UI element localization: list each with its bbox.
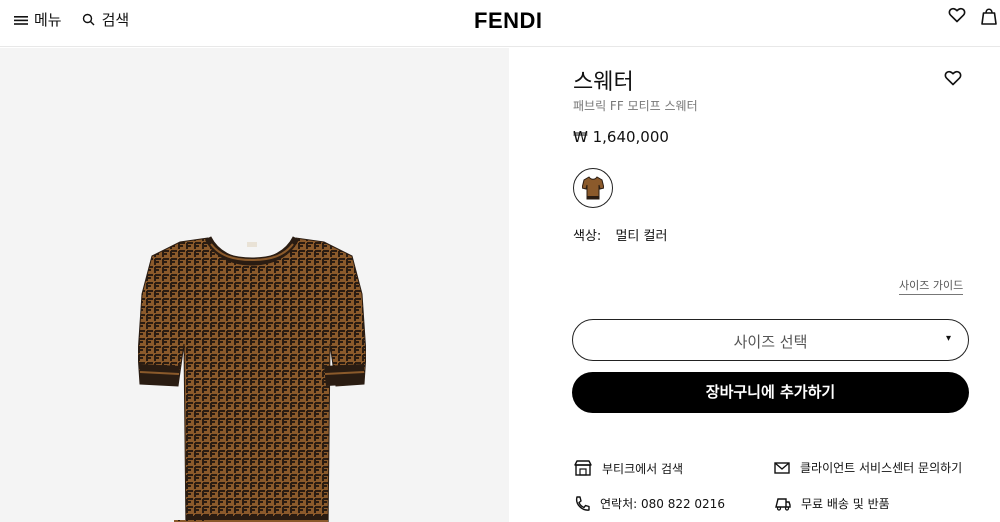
phone-icon xyxy=(574,495,590,512)
store-icon xyxy=(574,459,592,477)
service-label: 부티크에서 검색 xyxy=(602,461,684,476)
service-label: 클라이언트 서비스센터 문의하기 xyxy=(800,461,963,475)
service-label: 무료 배송 및 반품 xyxy=(801,497,890,511)
color-value: 멀티 컬러 xyxy=(615,229,668,244)
delivery-truck-icon xyxy=(774,497,791,511)
site-header: 메뉴 검색 FENDI xyxy=(0,0,1000,47)
search-icon xyxy=(82,13,96,27)
search-label: 검색 xyxy=(101,11,130,29)
sweater-image[interactable] xyxy=(138,234,366,522)
product-subtitle: 패브릭 FF 모티프 스웨터 xyxy=(573,99,698,113)
shopping-bag-icon[interactable] xyxy=(980,6,998,30)
add-to-cart-button[interactable]: 장바구니에 추가하기 xyxy=(572,372,969,413)
contact-client-service-link[interactable]: 클라이언트 서비스센터 문의하기 xyxy=(774,459,962,476)
phone-contact[interactable]: 연락처: 080 822 0216 xyxy=(574,495,725,512)
product-image-panel xyxy=(0,48,509,522)
wishlist-heart-icon[interactable] xyxy=(948,6,966,30)
sweater-thumbnail-icon xyxy=(582,176,604,200)
product-price: ₩ 1,640,000 xyxy=(573,128,669,146)
color-info: 색상: 멀티 컬러 xyxy=(573,225,667,244)
header-left-nav: 메뉴 검색 xyxy=(14,9,129,30)
add-to-wishlist-heart-icon[interactable] xyxy=(944,69,962,91)
dropdown-caret-icon: ▾ xyxy=(945,333,951,344)
service-label: 연락처: 080 822 0216 xyxy=(600,497,725,511)
brand-logo[interactable]: FENDI xyxy=(474,8,543,34)
menu-label: 메뉴 xyxy=(34,11,62,29)
color-label: 색상: xyxy=(573,229,602,244)
size-select-dropdown[interactable]: 사이즈 선택 ▾ xyxy=(572,319,969,361)
color-swatch[interactable] xyxy=(573,168,613,208)
size-guide-link[interactable]: 사이즈 가이드 xyxy=(899,277,964,295)
hamburger-icon xyxy=(14,14,28,26)
menu-button[interactable]: 메뉴 xyxy=(14,9,62,30)
mail-icon xyxy=(774,461,790,475)
search-button[interactable]: 검색 xyxy=(82,9,130,30)
find-in-boutique-link[interactable]: 부티크에서 검색 xyxy=(574,459,683,477)
size-select-label: 사이즈 선택 xyxy=(733,333,808,351)
free-shipping-returns-link[interactable]: 무료 배송 및 반품 xyxy=(774,495,890,512)
header-right-actions xyxy=(948,6,998,30)
product-title: 스웨터 xyxy=(573,70,634,95)
